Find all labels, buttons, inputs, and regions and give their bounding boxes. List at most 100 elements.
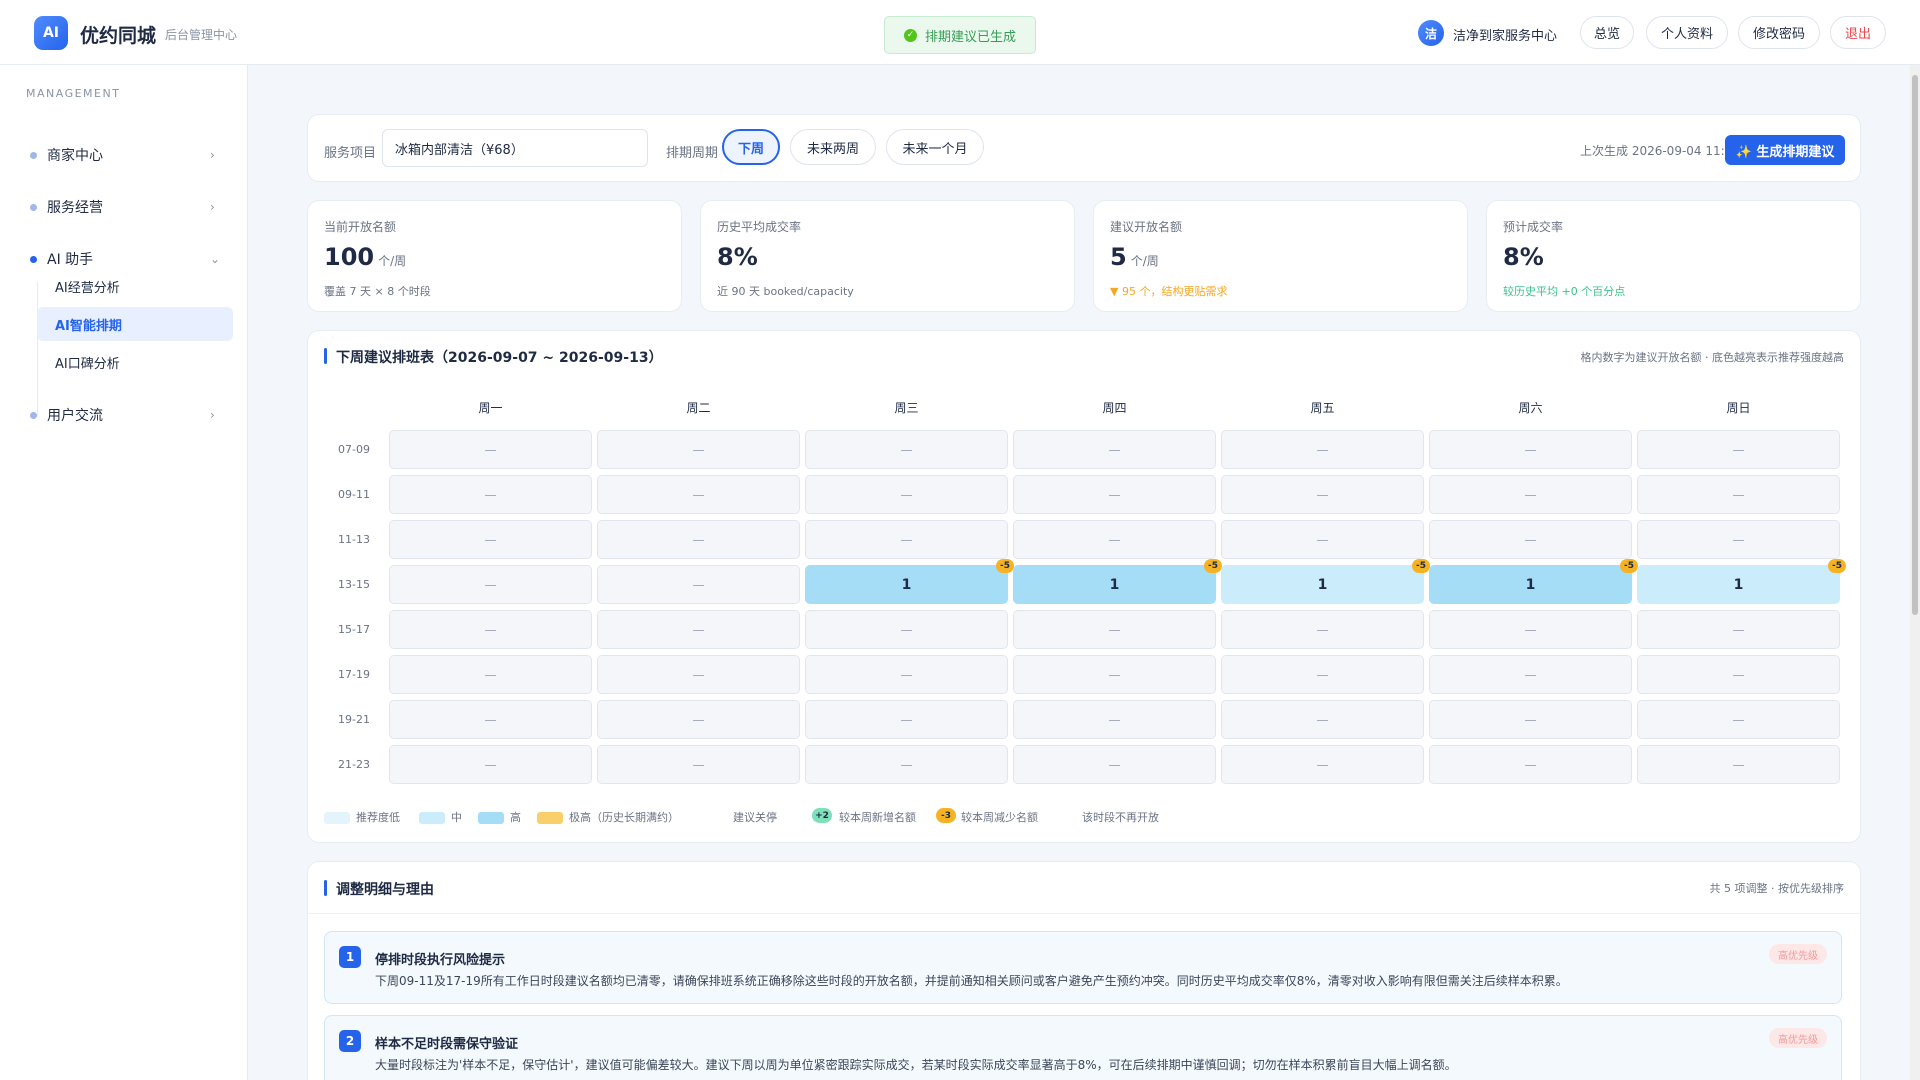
schedule-cell[interactable]: —: [1637, 430, 1840, 469]
schedule-cell[interactable]: 1: [1429, 565, 1632, 604]
schedule-cell[interactable]: —: [1221, 700, 1424, 739]
schedule-cell[interactable]: —: [1013, 700, 1216, 739]
schedule-cell[interactable]: —: [1637, 745, 1840, 784]
schedule-cell[interactable]: —: [1429, 700, 1632, 739]
scrollbar-thumb[interactable]: [1912, 75, 1918, 615]
schedule-cell[interactable]: —: [1221, 430, 1424, 469]
logout-button[interactable]: 退出: [1830, 16, 1886, 49]
schedule-cell[interactable]: —: [1013, 430, 1216, 469]
schedule-cell[interactable]: —: [805, 475, 1008, 514]
schedule-cell[interactable]: 1: [1221, 565, 1424, 604]
chevron-down-icon: ⌄: [210, 252, 221, 266]
avatar[interactable]: 洁: [1418, 20, 1444, 46]
schedule-cell[interactable]: —: [1221, 475, 1424, 514]
schedule-cell[interactable]: —: [389, 610, 592, 649]
schedule-cell[interactable]: —: [805, 430, 1008, 469]
schedule-cell[interactable]: —: [597, 745, 800, 784]
sidebar-subitem-ai-analysis[interactable]: AI经营分析: [37, 269, 233, 303]
schedule-cell[interactable]: —: [1637, 520, 1840, 559]
day-header: 周三: [894, 401, 919, 415]
schedule-cell[interactable]: —: [389, 745, 592, 784]
generate-schedule-button[interactable]: ✨ 生成排期建议: [1725, 135, 1845, 165]
legend-swatch-mid: [419, 812, 445, 824]
page-scrollbar[interactable]: [1910, 65, 1920, 1080]
service-select[interactable]: 冰箱内部清洁（¥68）: [382, 129, 648, 167]
schedule-cell[interactable]: 1: [805, 565, 1008, 604]
schedule-cell[interactable]: —: [805, 610, 1008, 649]
sidebar-subitem-ai-reputation[interactable]: AI口碑分析: [37, 345, 233, 379]
stat-value: 8%: [1503, 243, 1544, 271]
sidebar-item-label: AI 助手: [47, 252, 94, 268]
schedule-cell[interactable]: —: [805, 655, 1008, 694]
schedule-cell[interactable]: —: [597, 700, 800, 739]
schedule-cell[interactable]: —: [1429, 520, 1632, 559]
schedule-cell[interactable]: —: [389, 430, 592, 469]
stat-note: 较历史平均 +0 个百分点: [1503, 285, 1626, 298]
sidebar-item-user-chat[interactable]: 用户交流 ›: [0, 399, 248, 431]
schedule-cell[interactable]: —: [805, 520, 1008, 559]
check-circle-icon: ✓: [903, 28, 917, 42]
schedule-cell[interactable]: —: [1637, 700, 1840, 739]
schedule-cell[interactable]: —: [1429, 610, 1632, 649]
schedule-cell[interactable]: —: [597, 475, 800, 514]
priority-number: 1: [339, 946, 361, 968]
adjustment-item[interactable]: 1 停排时段执行风险提示 下周09-11及17-19所有工作日时段建议名额均已清…: [324, 931, 1842, 1004]
schedule-cell[interactable]: —: [389, 475, 592, 514]
schedule-cell[interactable]: —: [597, 610, 800, 649]
sidebar-section-title: MANAGEMENT: [26, 87, 121, 100]
time-slot-label: 17-19: [338, 668, 370, 681]
chevron-right-icon: ›: [210, 408, 215, 422]
schedule-cell[interactable]: —: [1637, 655, 1840, 694]
schedule-cell[interactable]: —: [597, 430, 800, 469]
delta-badge: -5: [1412, 559, 1430, 573]
schedule-cell[interactable]: —: [1637, 475, 1840, 514]
details-hint: 共 5 项调整 · 按优先级排序: [1709, 882, 1844, 895]
period-one-month[interactable]: 未来一个月: [886, 129, 984, 165]
adjustment-item[interactable]: 2 样本不足时段需保守验证 大量时段标注为'样本不足，保守估计'，建议值可能偏差…: [324, 1015, 1842, 1080]
period-two-weeks[interactable]: 未来两周: [790, 129, 876, 165]
schedule-cell[interactable]: —: [805, 700, 1008, 739]
schedule-cell[interactable]: —: [597, 565, 800, 604]
adjustment-desc: 下周09-11及17-19所有工作日时段建议名额均已清零，请确保排班系统正确移除…: [375, 974, 1568, 988]
top-header: AI 优约同城 后台管理中心 ✓ 排期建议已生成 洁 洁净到家服务中心 总览 个…: [0, 0, 1920, 65]
schedule-cell[interactable]: —: [389, 655, 592, 694]
sidebar-item-label: 用户交流: [47, 408, 103, 424]
schedule-cell[interactable]: 1: [1013, 565, 1216, 604]
schedule-cell[interactable]: —: [1221, 520, 1424, 559]
schedule-cell[interactable]: —: [389, 565, 592, 604]
change-password-button[interactable]: 修改密码: [1738, 16, 1820, 49]
schedule-cell[interactable]: —: [389, 700, 592, 739]
schedule-cell[interactable]: —: [1221, 655, 1424, 694]
schedule-cell[interactable]: —: [1013, 655, 1216, 694]
profile-button[interactable]: 个人资料: [1646, 16, 1728, 49]
schedule-cell[interactable]: —: [389, 520, 592, 559]
schedule-cell[interactable]: 1: [1637, 565, 1840, 604]
time-slot-label: 13-15: [338, 578, 370, 591]
overview-button[interactable]: 总览: [1580, 16, 1634, 49]
schedule-cell[interactable]: —: [1013, 610, 1216, 649]
time-slot-label: 11-13: [338, 533, 370, 546]
schedule-cell[interactable]: —: [1637, 610, 1840, 649]
schedule-cell[interactable]: —: [1013, 475, 1216, 514]
schedule-cell[interactable]: —: [805, 745, 1008, 784]
schedule-cell[interactable]: —: [1429, 430, 1632, 469]
day-header: 周五: [1310, 401, 1335, 415]
schedule-cell[interactable]: —: [1013, 520, 1216, 559]
sidebar-item-merchant[interactable]: 商家中心 ›: [0, 139, 248, 171]
schedule-cell[interactable]: —: [1221, 610, 1424, 649]
schedule-cell[interactable]: —: [1429, 475, 1632, 514]
schedule-cell[interactable]: —: [1221, 745, 1424, 784]
schedule-cell[interactable]: —: [1013, 745, 1216, 784]
period-next-week[interactable]: 下周: [722, 129, 780, 165]
schedule-cell[interactable]: —: [597, 520, 800, 559]
legend-low: 推荐度低: [356, 811, 400, 824]
sidebar-item-service[interactable]: 服务经营 ›: [0, 191, 248, 223]
sidebar-subitem-ai-schedule[interactable]: AI智能排期: [37, 307, 233, 341]
schedule-cell[interactable]: —: [1429, 655, 1632, 694]
time-slot-label: 19-21: [338, 713, 370, 726]
day-header: 周日: [1726, 401, 1751, 415]
stat-card-current: 当前开放名额 100 个/周 覆盖 7 天 × 8 个时段: [307, 200, 682, 312]
dot-icon: [30, 255, 37, 263]
schedule-cell[interactable]: —: [1429, 745, 1632, 784]
schedule-cell[interactable]: —: [597, 655, 800, 694]
